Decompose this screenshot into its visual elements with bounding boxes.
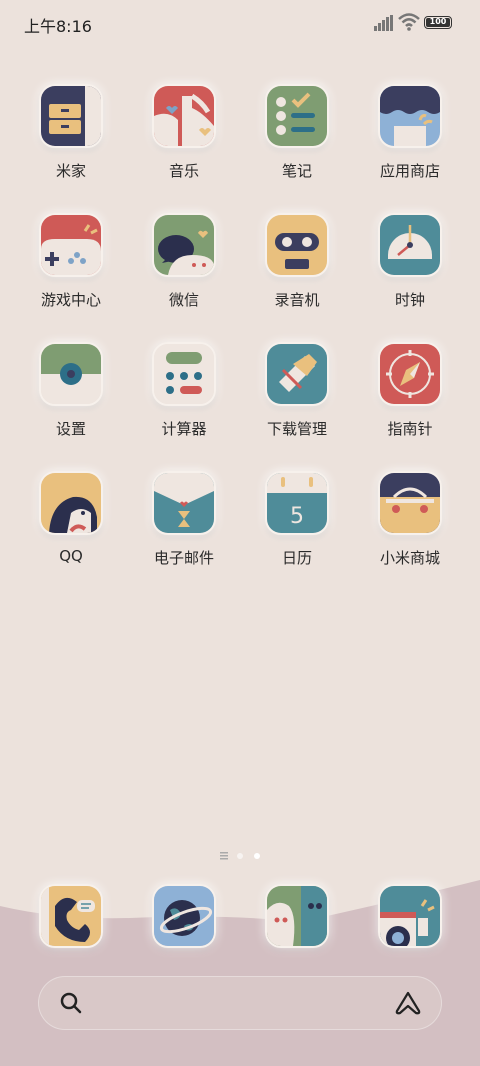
app-settings[interactable]: 设置 <box>15 342 127 439</box>
app-label: 小米商城 <box>379 549 440 567</box>
app-recorder[interactable]: 录音机 <box>241 213 353 310</box>
dock-phone[interactable] <box>15 884 127 948</box>
status-time: 上午8:16 <box>24 17 92 36</box>
camera-icon <box>378 884 442 948</box>
app-label: 微信 <box>168 291 199 309</box>
email-icon <box>152 471 216 535</box>
app-wechat[interactable]: 微信 <box>128 213 240 310</box>
compass-icon <box>378 342 442 406</box>
app-label: 指南针 <box>387 420 433 438</box>
clock-icon <box>378 213 442 277</box>
app-label: 电子邮件 <box>153 549 214 567</box>
dock-messages[interactable] <box>241 884 353 948</box>
download-manager-icon <box>265 342 329 406</box>
calculator-icon <box>152 342 216 406</box>
app-label: 游戏中心 <box>40 291 101 309</box>
app-label: 音乐 <box>168 162 199 180</box>
app-game-center[interactable]: 游戏中心 <box>15 213 127 310</box>
app-label: 应用商店 <box>379 162 440 180</box>
app-label: 设置 <box>55 420 86 438</box>
settings-icon <box>39 342 103 406</box>
dock-browser[interactable] <box>128 884 240 948</box>
app-label: 米家 <box>55 162 86 180</box>
app-label: 计算器 <box>161 420 207 438</box>
music-icon <box>152 84 216 148</box>
app-mi-store[interactable]: 小米商城 <box>354 471 466 568</box>
wechat-icon <box>152 213 216 277</box>
dock <box>0 884 480 948</box>
notes-icon <box>265 84 329 148</box>
app-mijia[interactable]: 米家 <box>15 84 127 181</box>
app-email[interactable]: 电子邮件 <box>128 471 240 568</box>
phone-icon <box>39 884 103 948</box>
browser-icon <box>152 884 216 948</box>
app-store-icon <box>378 84 442 148</box>
recorder-icon <box>265 213 329 277</box>
mi-store-icon <box>378 471 442 535</box>
app-calendar[interactable]: 5 日历 <box>241 471 353 568</box>
search-icon[interactable] <box>58 990 84 1016</box>
app-compass[interactable]: 指南针 <box>354 342 466 439</box>
calendar-icon: 5 <box>265 471 329 535</box>
app-calculator[interactable]: 计算器 <box>128 342 240 439</box>
page-indicator <box>220 852 260 860</box>
app-notes[interactable]: 笔记 <box>241 84 353 181</box>
app-label: 下载管理 <box>266 420 327 438</box>
app-label: 录音机 <box>274 291 320 309</box>
messages-icon <box>265 884 329 948</box>
app-label: 时钟 <box>394 291 425 309</box>
app-qq[interactable]: QQ <box>15 471 127 565</box>
app-label: 笔记 <box>281 162 312 180</box>
app-label: QQ <box>59 547 83 565</box>
assistant-icon[interactable] <box>394 990 422 1016</box>
app-download-manager[interactable]: 下载管理 <box>241 342 353 439</box>
battery-icon: 100 <box>424 16 452 29</box>
app-music[interactable]: 音乐 <box>128 84 240 181</box>
qq-icon <box>39 471 103 535</box>
signal-icon <box>374 15 393 31</box>
game-center-icon <box>39 213 103 277</box>
calendar-day: 5 <box>290 504 304 529</box>
app-app-store[interactable]: 应用商店 <box>354 84 466 181</box>
app-clock[interactable]: 时钟 <box>354 213 466 310</box>
mijia-icon <box>39 84 103 148</box>
search-bar[interactable] <box>38 976 442 1030</box>
dock-camera[interactable] <box>354 884 466 948</box>
battery-level: 100 <box>429 17 447 26</box>
app-label: 日历 <box>281 549 312 567</box>
wifi-icon <box>398 13 420 31</box>
status-bar: 上午8:16 100 <box>0 0 480 46</box>
